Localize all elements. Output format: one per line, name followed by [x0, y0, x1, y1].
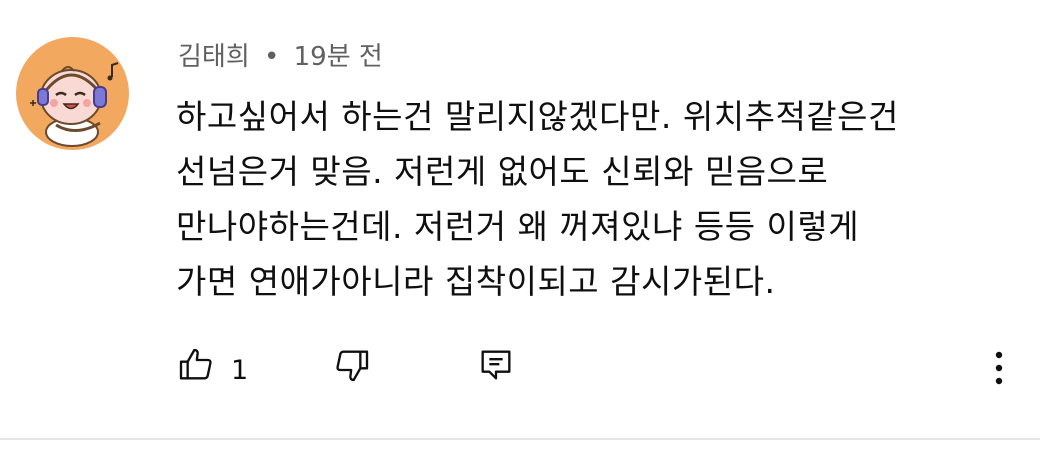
reply-icon [481, 350, 511, 380]
thumbs-down-icon [336, 350, 369, 382]
comment-text-line: 하고싶어서 하는건 말리지않겠다만. 위치추적같은건 [176, 97, 899, 136]
reply-button[interactable] [476, 345, 516, 385]
author-name[interactable]: 김태희 [178, 42, 250, 72]
comment-meta: 김태희 • 19분 전 [178, 40, 383, 74]
dislike-button[interactable] [332, 345, 372, 385]
comment-timestamp: 19분 전 [293, 42, 383, 72]
thumbs-up-icon [179, 348, 212, 380]
like-count: 1 [231, 355, 249, 386]
comment-card: 김태희 • 19분 전 하고싶어서 하는건 말리지않겠다만. 위치추적같은건 선… [0, 0, 1040, 451]
comment-actions: 1 [0, 345, 1040, 401]
comment-text: 하고싶어서 하는건 말리지않겠다만. 위치추적같은건 선넘은거 맞음. 저런게 … [176, 89, 996, 309]
comment-text-line: 선넘은거 맞음. 저런게 없어도 신뢰와 믿음으로 [176, 152, 829, 191]
comment-text-line: 만나야하는건데. 저런거 왜 꺼져있냐 등등 이렇게 [176, 207, 860, 246]
divider [0, 438, 1040, 440]
more-options-button[interactable] [984, 345, 1014, 389]
comment-text-line: 가면 연애가아니라 집착이되고 감시가된다. [176, 262, 776, 301]
more-vert-icon [995, 351, 1003, 385]
avatar-character-icon [30, 62, 119, 147]
avatar[interactable] [16, 37, 129, 150]
meta-separator: • [264, 42, 280, 72]
like-button[interactable] [176, 345, 216, 385]
